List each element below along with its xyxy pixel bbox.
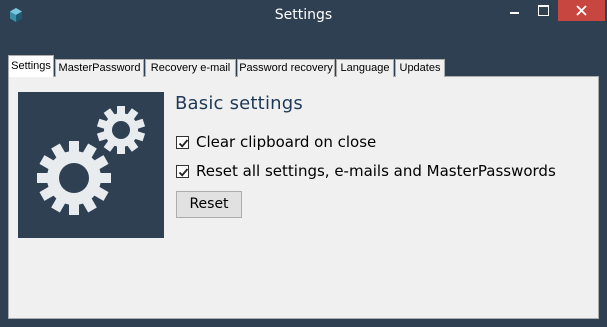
tab-updates[interactable]: Updates xyxy=(395,59,445,77)
tab-settings[interactable]: Settings xyxy=(8,55,54,77)
close-button[interactable] xyxy=(558,0,605,21)
gears-icon xyxy=(37,106,146,215)
checkbox-box[interactable] xyxy=(176,135,189,149)
tab-password-recovery[interactable]: Password recovery xyxy=(237,59,335,77)
clear-clipboard-checkbox[interactable]: Clear clipboard on close xyxy=(176,133,376,151)
reset-button[interactable]: Reset xyxy=(176,191,242,218)
checkbox-label: Reset all settings, e-mails and MasterPa… xyxy=(196,162,556,180)
tab-masterpassword[interactable]: MasterPassword xyxy=(55,59,144,77)
tab-language[interactable]: Language xyxy=(336,59,394,77)
check-icon xyxy=(178,167,189,177)
checkbox-label: Clear clipboard on close xyxy=(196,133,377,151)
close-icon xyxy=(576,5,587,16)
title-bar[interactable]: Settings xyxy=(0,0,607,31)
minimize-button[interactable] xyxy=(500,0,529,21)
check-icon xyxy=(178,138,189,148)
checkbox-box[interactable] xyxy=(176,164,189,178)
maximize-button[interactable] xyxy=(529,0,556,21)
reset-all-checkbox[interactable]: Reset all settings, e-mails and MasterPa… xyxy=(176,162,556,180)
section-heading: Basic settings xyxy=(175,93,303,114)
gears-image xyxy=(18,92,164,238)
settings-window: Settings Settings MasterPassword Recover… xyxy=(0,0,607,327)
tab-recovery-email[interactable]: Recovery e-mail xyxy=(145,59,236,77)
